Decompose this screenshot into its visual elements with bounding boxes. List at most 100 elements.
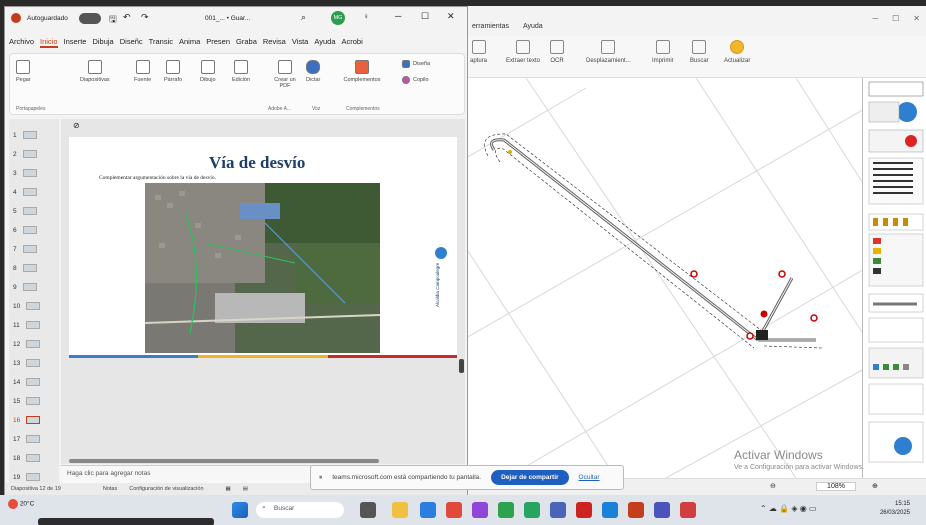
normal-view-icon[interactable]: ▦	[226, 486, 231, 492]
taskbar-search[interactable]: ⌕ Buscar	[256, 502, 344, 518]
minimize-icon[interactable]: ─	[395, 11, 401, 21]
slide-thumb[interactable]: 2	[13, 150, 37, 158]
tab-insertar[interactable]: Inserte	[64, 37, 87, 48]
slide-thumb[interactable]: 5	[13, 207, 37, 215]
tab-dibujar[interactable]: Dibuja	[92, 37, 113, 48]
refresh-tool[interactable]: Actualizar	[724, 40, 750, 64]
task-view-icon[interactable]	[360, 502, 376, 518]
lightbulb-icon[interactable]: ♀	[363, 12, 369, 21]
powerpoint-icon[interactable]	[628, 502, 644, 518]
accessibility-icon[interactable]: ⊘	[73, 121, 80, 130]
addins-button[interactable]: Complementos	[340, 60, 384, 83]
slide-thumb[interactable]: 18	[13, 454, 41, 462]
tab-inicio[interactable]: Inicio	[40, 37, 58, 48]
capture-tool[interactable]: aptura	[470, 40, 487, 64]
slide-thumb[interactable]: 11	[13, 321, 40, 329]
app-icon[interactable]	[498, 502, 514, 518]
tab-revisar[interactable]: Revisa	[263, 37, 286, 48]
slide-thumb-active[interactable]: 16	[13, 416, 41, 424]
slide-thumb[interactable]: 7	[13, 245, 37, 253]
ocr-tool[interactable]: OCR	[550, 40, 564, 64]
windows-start-icon[interactable]	[232, 502, 248, 518]
zoom-level[interactable]: 108%	[816, 482, 856, 491]
print-tool[interactable]: Imprimir	[652, 40, 674, 64]
copilot-button[interactable]: Copilo	[402, 76, 429, 84]
undo-icon[interactable]: ↶	[123, 12, 131, 23]
tab-acrobat[interactable]: Acrobi	[342, 37, 363, 48]
menu-ayuda[interactable]: Ayuda	[523, 23, 543, 30]
menu-herramientas[interactable]: erramientas	[472, 23, 509, 30]
weather-widget[interactable]: 20°C	[8, 499, 34, 509]
app-icon[interactable]	[550, 502, 566, 518]
maximize-icon[interactable]: ☐	[892, 14, 899, 23]
cad-drawing-canvas[interactable]	[466, 78, 866, 478]
satellite-map-image[interactable]	[145, 183, 380, 353]
drawing-button[interactable]: Dibujo	[200, 60, 216, 83]
teams-icon[interactable]	[654, 502, 670, 518]
close-icon[interactable]: ✕	[447, 11, 455, 22]
slide-thumb[interactable]: 19	[13, 473, 41, 481]
hide-banner-button[interactable]: Ocultar	[579, 474, 600, 481]
tab-presentacion[interactable]: Presen	[206, 37, 230, 48]
slide-thumb[interactable]: 1	[13, 131, 37, 139]
slide-thumb[interactable]: 12	[13, 340, 41, 348]
horizontal-scrollbar[interactable]	[69, 459, 379, 463]
slide-thumb[interactable]: 4	[13, 188, 37, 196]
app-icon[interactable]	[472, 502, 488, 518]
tab-grabar[interactable]: Graba	[236, 37, 257, 48]
slide-thumb[interactable]: 14	[13, 378, 41, 386]
tab-animaciones[interactable]: Anima	[179, 37, 200, 48]
extract-text-tool[interactable]: Extraer texto	[506, 40, 540, 64]
designer-button[interactable]: Diseña	[402, 60, 430, 68]
zoom-in-icon[interactable]: ⊕	[872, 482, 878, 490]
tab-diseno[interactable]: Diseñc	[120, 37, 143, 48]
slide-title[interactable]: Vía de desvío	[209, 153, 305, 173]
app-icon[interactable]	[680, 502, 696, 518]
autosave-toggle[interactable]	[79, 13, 101, 24]
tab-archivo[interactable]: Archivo	[9, 37, 34, 48]
redo-icon[interactable]: ↷	[141, 12, 149, 23]
slide-thumb[interactable]: 8	[13, 264, 37, 272]
slide-thumb[interactable]: 10	[13, 302, 41, 310]
tab-transiciones[interactable]: Transic	[149, 37, 173, 48]
editing-button[interactable]: Edición	[232, 60, 250, 83]
maximize-icon[interactable]: ☐	[421, 11, 429, 22]
notes-button[interactable]: Notas	[103, 486, 117, 492]
whatsapp-icon[interactable]	[524, 502, 540, 518]
slide-thumb[interactable]: 6	[13, 226, 37, 234]
sorter-view-icon[interactable]: ▤	[243, 486, 248, 492]
file-explorer-icon[interactable]	[392, 502, 408, 518]
current-slide[interactable]: Vía de desvío Complementar argumentación…	[69, 137, 457, 358]
slide-thumb[interactable]: 15	[13, 397, 41, 405]
slide-thumb[interactable]: 3	[13, 169, 37, 177]
slide-subtitle[interactable]: Complementar argumentación sobre la vía …	[99, 175, 216, 181]
stop-sharing-button[interactable]: Dejar de compartir	[491, 470, 569, 485]
acrobat-icon[interactable]	[576, 502, 592, 518]
tab-vista[interactable]: Vista	[292, 37, 309, 48]
slide-thumb[interactable]: 17	[13, 435, 41, 443]
search-icon[interactable]: ⌕	[301, 12, 306, 23]
slide-thumb[interactable]: 9	[13, 283, 37, 291]
scroll-tool[interactable]: Desplazamient...	[586, 40, 631, 64]
edge-icon[interactable]	[420, 502, 436, 518]
tab-ayuda[interactable]: Ayuda	[314, 37, 335, 48]
minimize-icon[interactable]: ─	[872, 14, 878, 23]
app-icon[interactable]	[602, 502, 618, 518]
app-icon[interactable]	[446, 502, 462, 518]
font-button[interactable]: Fuente	[134, 60, 151, 83]
search-tool[interactable]: Buscar	[690, 40, 709, 64]
close-icon[interactable]: ✕	[913, 14, 920, 23]
save-icon[interactable]: 🖫	[109, 12, 117, 28]
slides-button[interactable]: Diapositivas	[80, 60, 110, 83]
zoom-out-icon[interactable]: ⊖	[770, 482, 776, 490]
view-settings-button[interactable]: Configuración de visualización	[129, 486, 203, 492]
slide-thumb[interactable]: 13	[13, 359, 41, 367]
vertical-scrollbar[interactable]	[459, 359, 464, 373]
user-avatar[interactable]: MG	[331, 11, 345, 25]
paragraph-button[interactable]: Párrafo	[164, 60, 182, 83]
paste-button[interactable]: Pegar	[16, 60, 31, 83]
dictate-button[interactable]: Dictar	[306, 60, 320, 83]
create-pdf-button[interactable]: Crear un PDF	[270, 60, 300, 89]
taskbar-clock[interactable]: 15:15 26/03/2025	[880, 500, 910, 518]
tray-icons[interactable]: ⌃ ☁ 🔒 ◈ ◉ ▭	[760, 504, 816, 513]
